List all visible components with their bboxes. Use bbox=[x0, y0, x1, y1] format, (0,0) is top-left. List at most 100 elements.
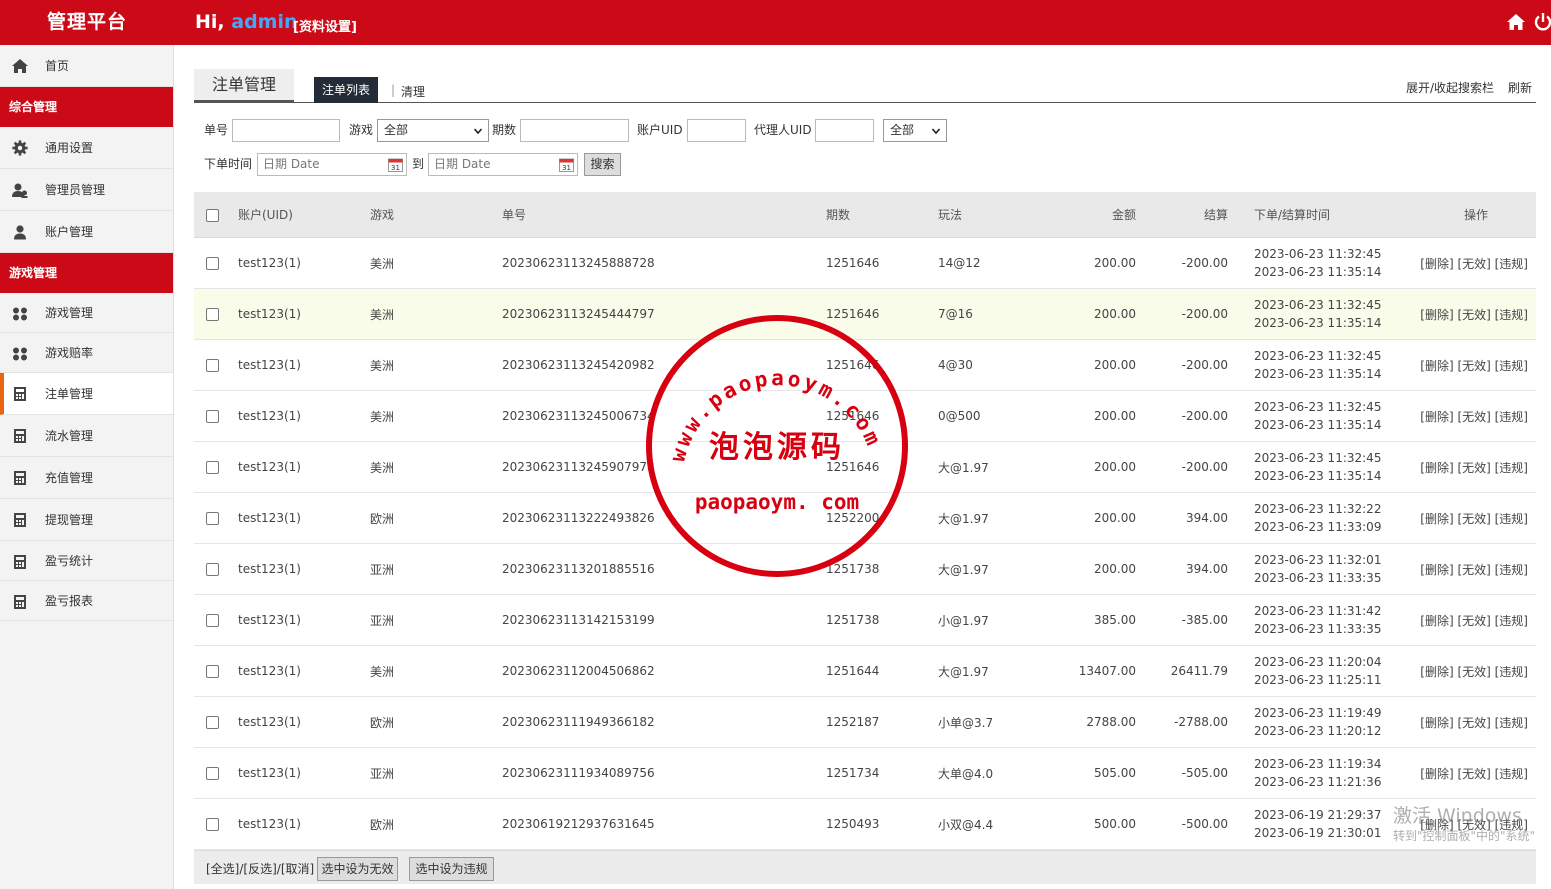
sidebar-group-game[interactable]: 游戏管理 bbox=[0, 253, 173, 293]
cell-issue: 1251646 bbox=[826, 409, 880, 423]
sidebar-item-withdraw-management[interactable]: 提现管理 bbox=[0, 499, 173, 541]
cell-account: test123(1) bbox=[238, 256, 301, 270]
sidebar-item-label: 管理员管理 bbox=[45, 183, 106, 197]
table-header: 账户(UID) 游戏 单号 期数 玩法 金额 结算 下单/结算时间 操作 bbox=[194, 192, 1536, 238]
svg-text:31: 31 bbox=[562, 164, 571, 172]
cell-play: 4@30 bbox=[938, 358, 973, 372]
row-checkbox[interactable] bbox=[206, 614, 219, 627]
row-checkbox[interactable] bbox=[206, 461, 219, 474]
order-time: 2023-06-23 11:32:22 bbox=[1254, 502, 1382, 516]
sidebar-item-label: 盈亏统计 bbox=[45, 554, 94, 568]
cell-order-no: 20230623113222493826 bbox=[502, 511, 655, 525]
row-actions[interactable]: [删除] [无效] [违规] bbox=[1420, 595, 1528, 645]
sidebar-item-home[interactable]: 首页 bbox=[0, 45, 173, 87]
toggle-search-link[interactable]: 展开/收起搜索栏 bbox=[1406, 79, 1494, 96]
order-no-input[interactable] bbox=[232, 119, 340, 142]
cell-order-no: 20230623113245420982 bbox=[502, 358, 655, 372]
row-actions[interactable]: [删除] [无效] [违规] bbox=[1420, 289, 1528, 339]
greeting: Hi, admin bbox=[195, 11, 298, 33]
row-checkbox[interactable] bbox=[206, 359, 219, 372]
cell-game: 欧洲 bbox=[370, 511, 395, 526]
cell-settle: -200.00 bbox=[1181, 358, 1228, 372]
cell-issue: 1251734 bbox=[826, 766, 880, 780]
cell-time: 2023-06-23 11:20:04 2023-06-23 11:25:11 bbox=[1254, 646, 1381, 696]
row-actions[interactable]: [删除] [无效] [违规] bbox=[1420, 646, 1528, 696]
row-actions[interactable]: [删除] [无效] [违规] bbox=[1420, 748, 1528, 798]
header-amount: 金额 bbox=[1111, 208, 1136, 222]
row-checkbox[interactable] bbox=[206, 308, 219, 321]
sidebar-item-profit-report[interactable]: 盈亏报表 bbox=[0, 581, 173, 621]
sidebar-item-bet-management[interactable]: 注单管理 bbox=[0, 373, 173, 415]
calculator-icon bbox=[14, 513, 26, 527]
users-icon bbox=[12, 183, 28, 198]
cell-amount: 200.00 bbox=[1094, 409, 1136, 423]
row-checkbox[interactable] bbox=[206, 257, 219, 270]
sidebar-item-recharge-management[interactable]: 充值管理 bbox=[0, 457, 173, 499]
row-actions[interactable]: [删除] [无效] [违规] bbox=[1420, 391, 1528, 441]
order-time: 2023-06-23 11:20:04 bbox=[1254, 655, 1382, 669]
order-time: 2023-06-23 11:32:45 bbox=[1254, 247, 1382, 261]
sidebar-item-game-odds[interactable]: 游戏赔率 bbox=[0, 333, 173, 373]
power-icon[interactable] bbox=[1533, 12, 1551, 32]
row-checkbox[interactable] bbox=[206, 716, 219, 729]
calendar-icon[interactable]: 31 bbox=[388, 157, 403, 172]
status-select-value: 全部 bbox=[890, 123, 915, 137]
search-button[interactable]: 搜索 bbox=[584, 153, 621, 176]
sidebar-item-label: 盈亏报表 bbox=[45, 594, 94, 608]
row-actions[interactable]: [删除] [无效] [违规] bbox=[1420, 442, 1528, 492]
row-actions[interactable]: [删除] [无效] [违规] bbox=[1420, 697, 1528, 747]
game-select[interactable]: 全部 bbox=[377, 119, 489, 142]
cell-order-no: 20230623113201885516 bbox=[502, 562, 655, 576]
row-checkbox[interactable] bbox=[206, 512, 219, 525]
row-actions[interactable]: [删除] [无效] [违规] bbox=[1420, 340, 1528, 390]
issue-input[interactable] bbox=[520, 119, 629, 142]
profile-settings-link[interactable]: [资料设置] bbox=[293, 16, 357, 35]
agent-uid-input[interactable] bbox=[815, 119, 874, 142]
row-actions[interactable]: [删除] [无效] [违规] bbox=[1420, 238, 1528, 288]
activation-line-2: 转到"控制面板"中的"系统" bbox=[1393, 829, 1536, 843]
tab-clear[interactable]: 清理 bbox=[401, 83, 425, 100]
row-actions[interactable]: [删除] [无效] [违规] bbox=[1420, 493, 1528, 543]
refresh-link[interactable]: 刷新 bbox=[1508, 79, 1532, 96]
status-select[interactable]: 全部 bbox=[883, 119, 947, 142]
tab-bet-list[interactable]: 注单列表 bbox=[314, 77, 378, 103]
row-checkbox[interactable] bbox=[206, 563, 219, 576]
cell-play: 大@1.97 bbox=[938, 562, 989, 577]
row-checkbox[interactable] bbox=[206, 410, 219, 423]
sidebar-item-game-management[interactable]: 游戏管理 bbox=[0, 293, 173, 333]
row-checkbox[interactable] bbox=[206, 818, 219, 831]
table-row: test123(1) 亚洲 20230623113142153199 1251738 小… bbox=[194, 595, 1536, 646]
sidebar-item-admin-management[interactable]: 管理员管理 bbox=[0, 169, 173, 211]
cell-settle: -500.00 bbox=[1181, 817, 1228, 831]
settle-time: 2023-06-19 21:30:01 bbox=[1254, 826, 1382, 840]
cell-time: 2023-06-23 11:32:45 2023-06-23 11:35:14 bbox=[1254, 391, 1381, 441]
cell-issue: 1250493 bbox=[826, 817, 880, 831]
home-icon[interactable] bbox=[1506, 12, 1526, 32]
cell-amount: 200.00 bbox=[1094, 358, 1136, 372]
date-to-input[interactable]: 日期 Date 31 bbox=[428, 153, 578, 176]
select-all-checkbox[interactable] bbox=[206, 208, 219, 222]
uid-input[interactable] bbox=[687, 119, 746, 142]
table-row: test123(1) 美洲 20230623112004506862 1251644 大… bbox=[194, 646, 1536, 697]
cell-game: 美洲 bbox=[370, 409, 395, 424]
cell-settle: 26411.79 bbox=[1170, 664, 1228, 678]
date-from-input[interactable]: 日期 Date 31 bbox=[257, 153, 407, 176]
sidebar-item-account-management[interactable]: 账户管理 bbox=[0, 211, 173, 253]
cell-amount: 2788.00 bbox=[1086, 715, 1136, 729]
sidebar-item-general-settings[interactable]: 通用设置 bbox=[0, 127, 173, 169]
sidebar-group-general[interactable]: 综合管理 bbox=[0, 87, 173, 127]
cell-play: 大@1.97 bbox=[938, 460, 989, 475]
calendar-icon[interactable]: 31 bbox=[559, 157, 574, 172]
sidebar-item-flow-management[interactable]: 流水管理 bbox=[0, 415, 173, 457]
row-actions[interactable]: [删除] [无效] [违规] bbox=[1420, 544, 1528, 594]
header-account: 账户(UID) bbox=[238, 208, 293, 222]
select-links[interactable]: [全选]/[反选]/[取消] bbox=[206, 860, 314, 877]
cell-account: test123(1) bbox=[238, 766, 301, 780]
uid-label: 账户UID bbox=[637, 123, 683, 137]
row-checkbox[interactable] bbox=[206, 665, 219, 678]
mark-violation-button[interactable]: 选中设为违规 bbox=[409, 857, 494, 881]
row-checkbox[interactable] bbox=[206, 767, 219, 780]
sidebar-item-profit-stats[interactable]: 盈亏统计 bbox=[0, 541, 173, 581]
cell-account: test123(1) bbox=[238, 511, 301, 525]
mark-invalid-button[interactable]: 选中设为无效 bbox=[317, 857, 398, 881]
